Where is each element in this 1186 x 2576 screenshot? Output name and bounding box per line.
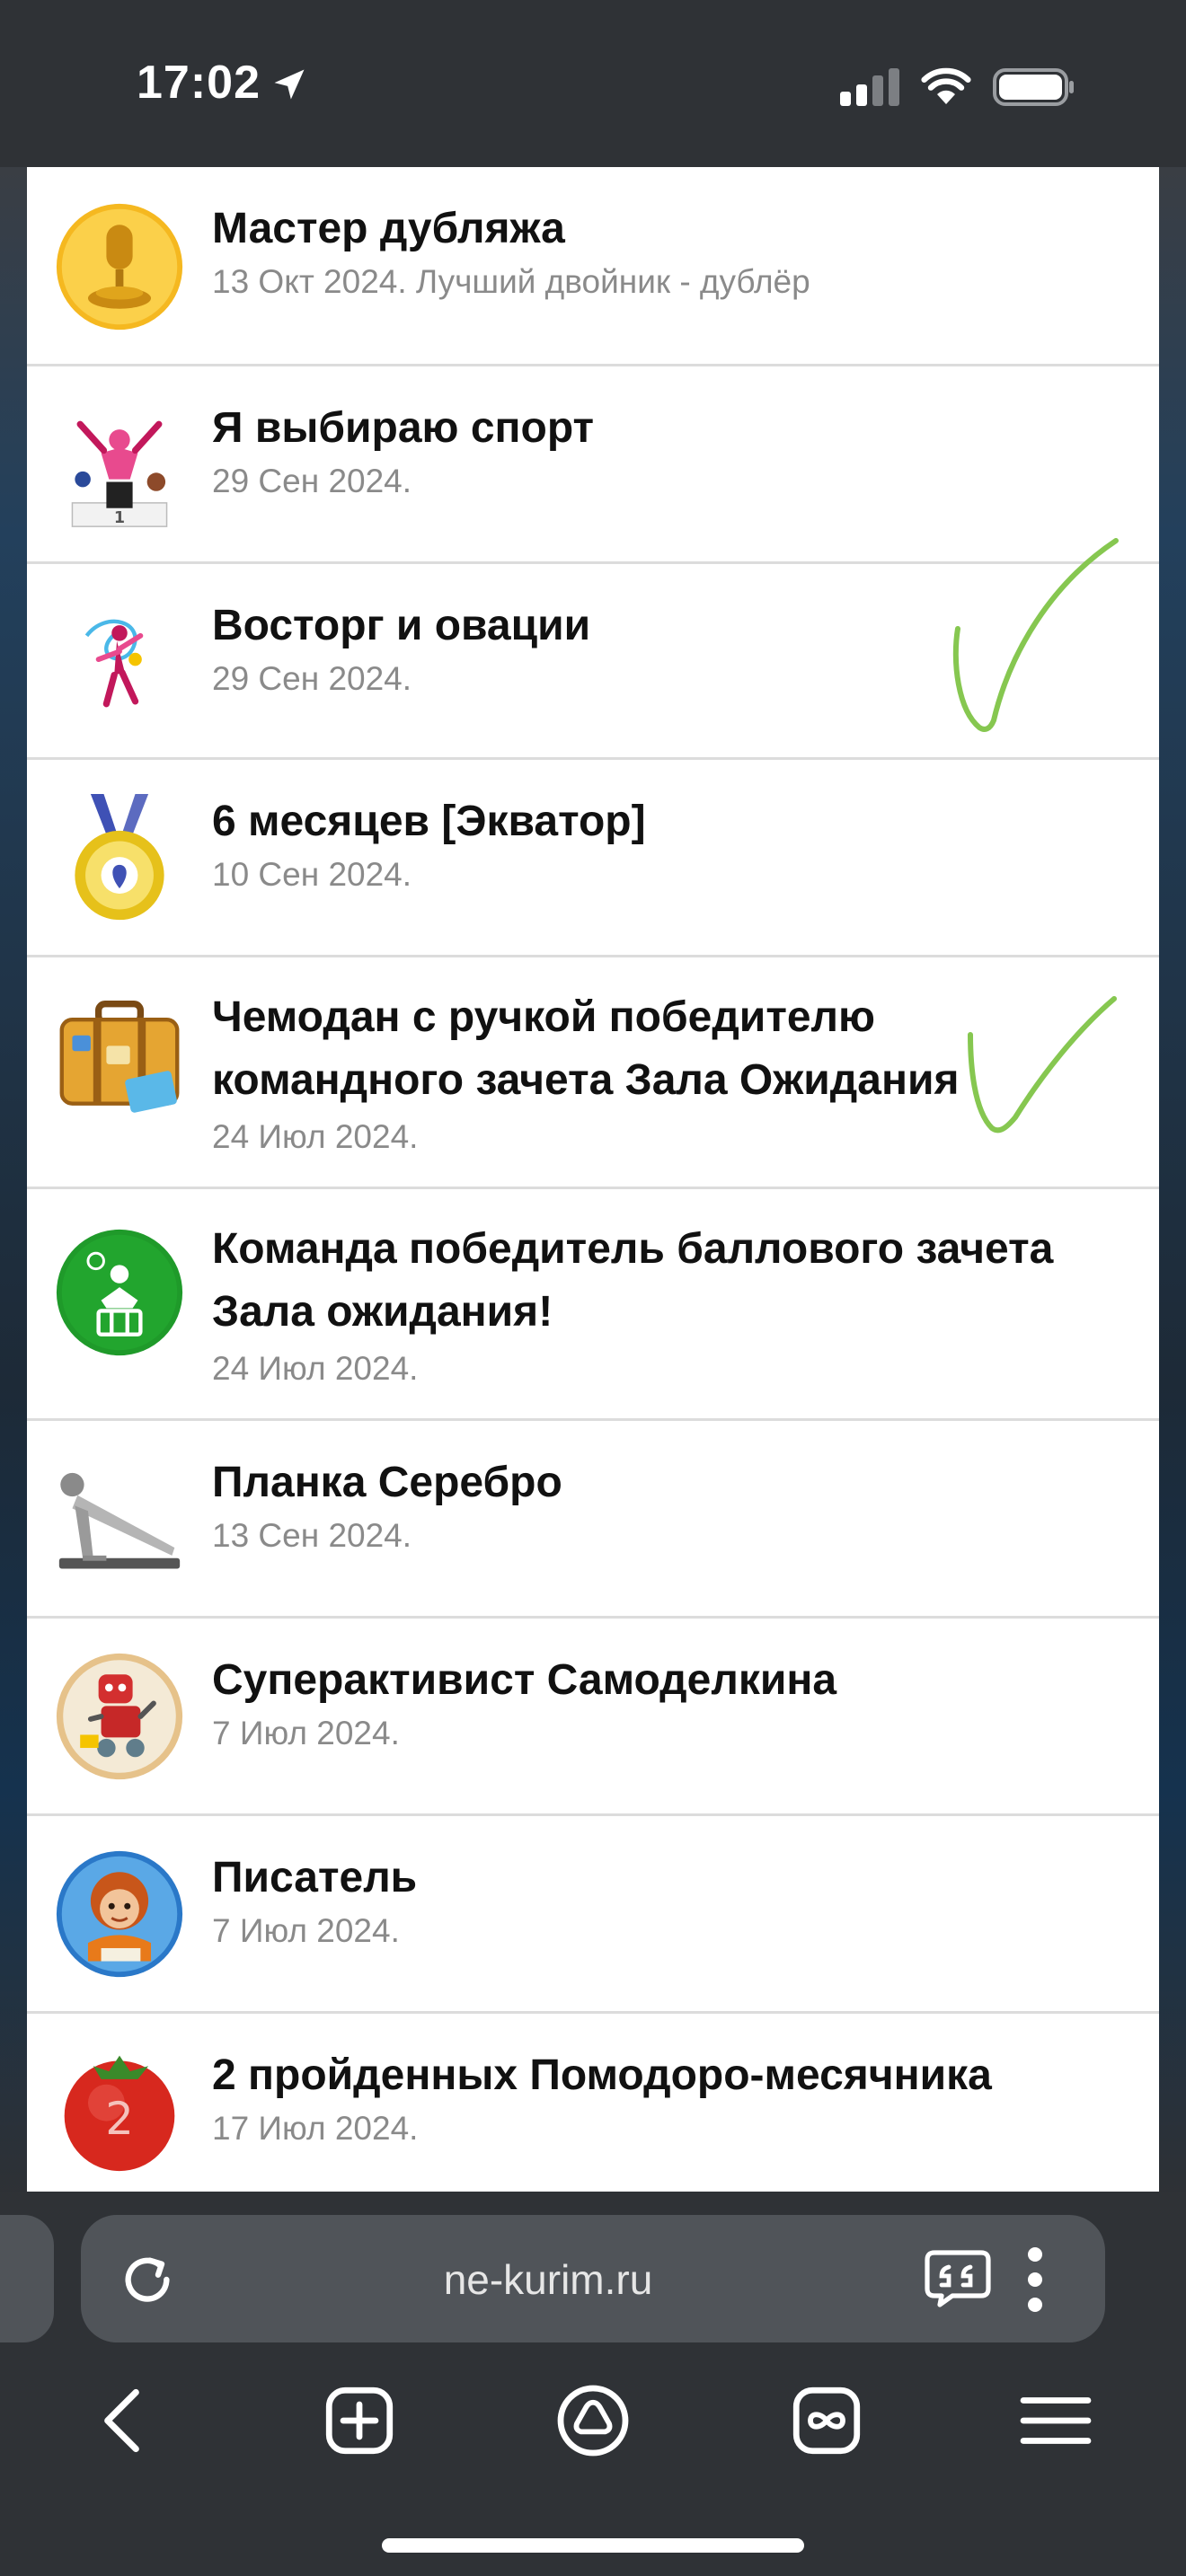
item-title: Суперактивист Самоделкина — [212, 1656, 837, 1704]
item-title: Мастер дубляжа — [212, 205, 565, 252]
gold-medal-icon — [75, 794, 164, 921]
reload-icon[interactable] — [119, 2251, 176, 2308]
status-bar: 17:02 — [0, 0, 1186, 167]
item-title: Восторг и овации — [212, 602, 591, 649]
item-date: 13 Окт 2024. Лучший двойник - дублёр — [212, 263, 810, 300]
green-team-badge-icon — [56, 1229, 183, 1356]
hamburger-menu-icon[interactable] — [1015, 2380, 1096, 2461]
list-item[interactable]: Планка Серебро 13 Сен 2024. — [27, 1421, 1159, 1619]
menu-button[interactable] — [1015, 2371, 1096, 2470]
infinity-square-icon[interactable] — [786, 2380, 867, 2461]
item-date: 7 Июл 2024. — [212, 1715, 400, 1751]
item-title: Писатель — [212, 1854, 418, 1901]
previous-tab-preview[interactable] — [0, 2215, 54, 2342]
tomato-icon: 2 — [64, 2055, 175, 2172]
achievements-list: Мастер дубляжа 13 Окт 2024. Лучший двойн… — [27, 167, 1159, 2192]
list-item[interactable]: Чемодан с ручкой победителю командного з… — [27, 957, 1159, 1189]
item-date: 10 Сен 2024. — [212, 856, 412, 893]
url-text[interactable]: ne-kurim.ru — [261, 2254, 836, 2305]
gymnast-ribbon-icon — [84, 619, 144, 708]
item-title: Планка Серебро — [212, 1459, 562, 1506]
cellular-signal-icon — [840, 68, 899, 106]
location-arrow-icon — [274, 69, 305, 100]
item-date: 13 Сен 2024. — [212, 1517, 412, 1554]
status-time: 17:02 — [137, 57, 261, 109]
list-item[interactable]: 6 месяцев [Экватор] 10 Сен 2024. — [27, 760, 1159, 957]
address-bar[interactable]: ne-kurim.ru — [81, 2215, 1105, 2342]
writer-child-icon — [56, 1850, 183, 1978]
list-item[interactable]: Мастер дубляжа 13 Окт 2024. Лучший двойн… — [27, 167, 1159, 366]
item-date: 24 Июл 2024. — [212, 1350, 419, 1387]
item-date: 17 Июл 2024. — [212, 2110, 419, 2147]
item-title: Команда победитель баллового зачета Зала… — [212, 1225, 1054, 1336]
sports-podium-icon: 1 — [71, 420, 168, 527]
tomato-badge-number: 2 — [105, 2093, 134, 2145]
item-title: 6 месяцев [Экватор] — [212, 798, 646, 845]
item-date: 29 Сен 2024. — [212, 660, 412, 697]
item-title: 2 пройденных Помодоро-месячника — [212, 2051, 992, 2099]
back-arrow-icon[interactable] — [85, 2380, 166, 2461]
wifi-icon — [921, 67, 971, 104]
list-item[interactable]: 2 2 пройденных Помодоро-месячника 17 Июл… — [27, 2014, 1159, 2192]
plus-square-icon[interactable] — [319, 2380, 400, 2461]
suitcase-icon — [59, 1001, 180, 1113]
back-button[interactable] — [85, 2371, 166, 2470]
item-title: Я выбираю спорт — [212, 404, 595, 452]
item-date: 24 Июл 2024. — [212, 1118, 419, 1155]
new-tab-button[interactable] — [319, 2371, 400, 2470]
robot-activist-icon — [56, 1653, 183, 1780]
item-date: 29 Сен 2024. — [212, 463, 412, 499]
more-options-icon[interactable] — [1024, 2244, 1046, 2316]
alice-assistant-button[interactable] — [553, 2371, 633, 2470]
list-item[interactable]: Суперактивист Самоделкина 7 Июл 2024. — [27, 1619, 1159, 1816]
assistant-triangle-icon[interactable] — [553, 2380, 633, 2461]
tabs-button[interactable] — [786, 2371, 867, 2470]
list-item[interactable]: Команда победитель баллового зачета Зала… — [27, 1189, 1159, 1421]
plank-exercise-icon — [58, 1472, 181, 1569]
list-item[interactable]: Восторг и овации 29 Сен 2024. — [27, 564, 1159, 760]
battery-icon — [993, 68, 1074, 106]
browser-toolbar — [0, 2371, 1186, 2470]
item-date: 7 Июл 2024. — [212, 1912, 400, 1949]
quote-icon[interactable] — [924, 2249, 992, 2308]
home-indicator[interactable] — [382, 2538, 804, 2553]
golden-microphone-award-icon — [56, 203, 183, 331]
item-title: Чемодан с ручкой победителю командного з… — [212, 993, 960, 1104]
list-item[interactable]: 1 Я выбираю спорт 29 Сен 2024. — [27, 366, 1159, 564]
list-item[interactable]: Писатель 7 Июл 2024. — [27, 1816, 1159, 2014]
svg-text:1: 1 — [114, 509, 125, 527]
